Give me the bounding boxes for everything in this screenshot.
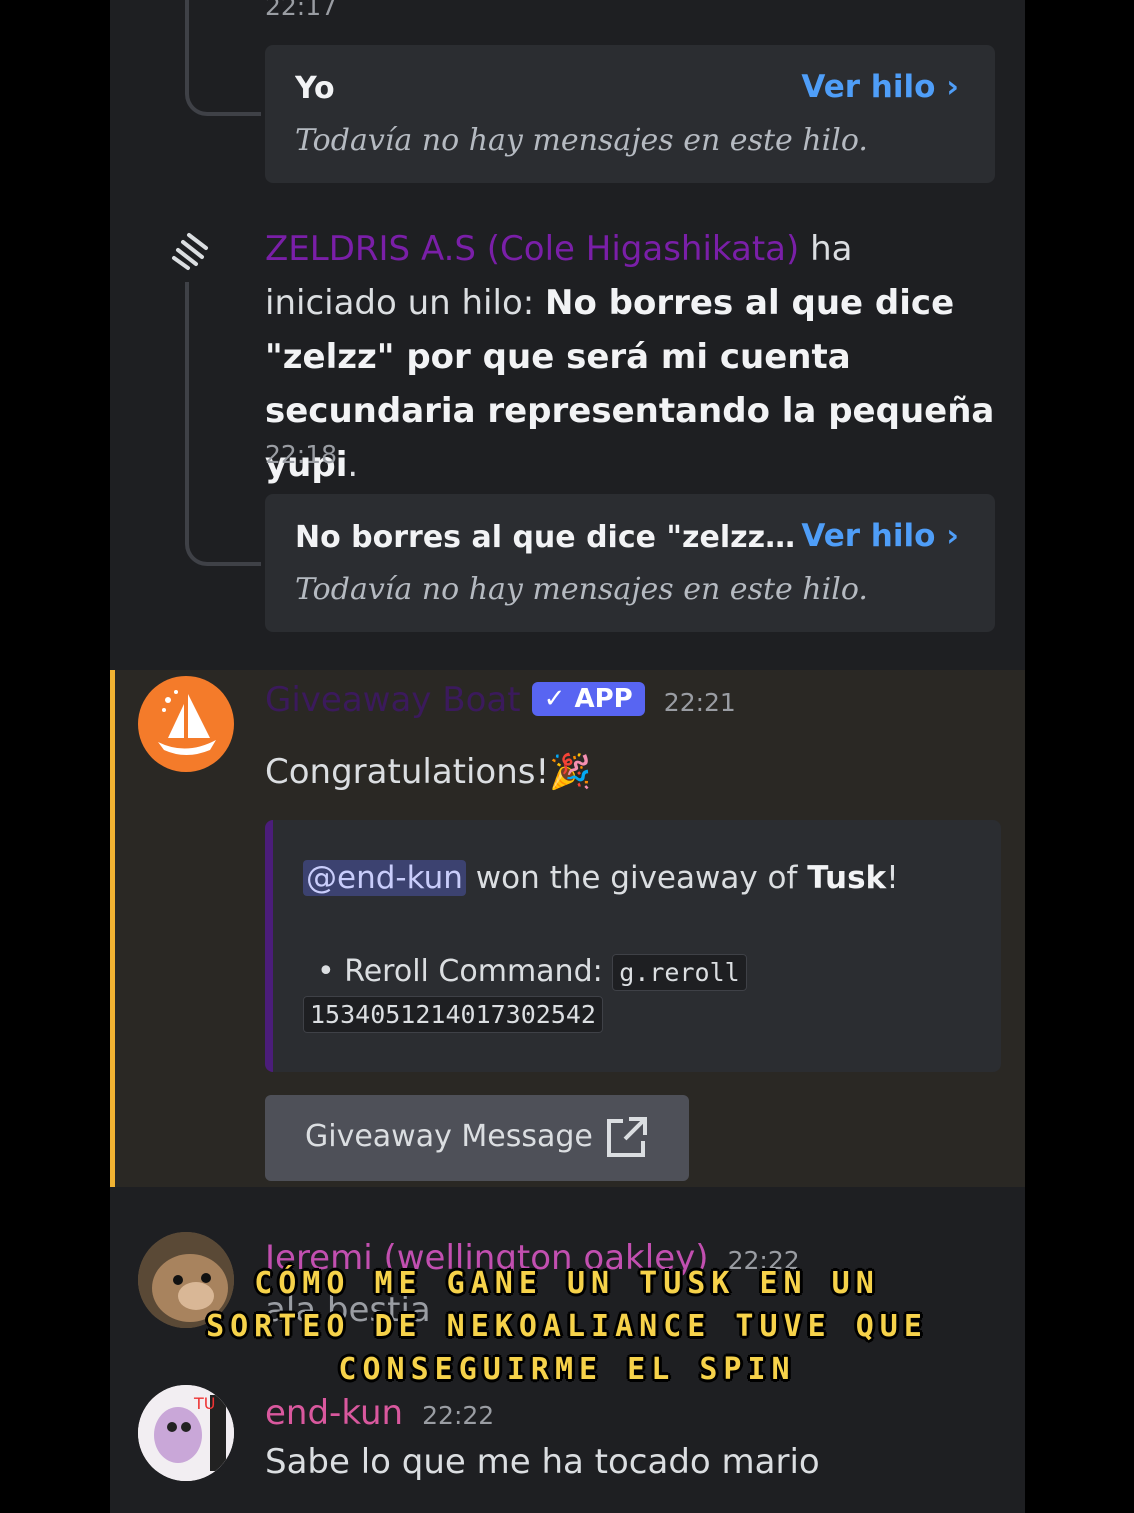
button-label: Giveaway Message [305,1119,593,1154]
external-link-icon [603,1115,649,1165]
thread-icon [168,228,212,272]
message-timestamp: 22:18 [265,440,338,469]
user-mention[interactable]: @end-kun [303,860,466,896]
thread-title: Yo [295,71,335,106]
reroll-id-code: 1534051214017302542 [303,996,603,1033]
app-badge: ✓ APP [531,682,645,716]
thread-title: No borres al que dice "zelzz" po... [295,520,805,555]
message-text: Congratulations!🎉 [265,752,592,792]
reroll-command-code: g.reroll [612,954,747,991]
caption-line: CONSEGUIRME EL SPIN [338,1352,796,1387]
giveaway-message-button[interactable]: Giveaway Message [265,1095,689,1181]
system-message: ZELDRIS A.S (Cole Higashikata) ha inicia… [265,229,995,485]
system-message-user[interactable]: ZELDRIS A.S (Cole Higashikata) [265,229,799,269]
thread-connector [185,282,261,566]
view-thread-link[interactable]: Ver hilo › [801,69,959,105]
message-timestamp: 22:21 [663,688,736,717]
svg-text:TU: TU [193,1394,215,1413]
message-header: end-kun 22:22 [265,1393,494,1433]
giveaway-embed: @end-kun won the giveaway of Tusk! • Rer… [265,820,1001,1072]
embed-winner-line: @end-kun won the giveaway of Tusk! [303,860,899,896]
prize-name: Tusk [807,860,887,896]
bot-name[interactable]: Giveaway Boat [265,680,521,720]
thread-empty-text: Todavía no hay mensajes en este hilo. [295,572,868,607]
giveaway-boat-avatar[interactable] [138,676,234,772]
thread-card[interactable]: No borres al que dice "zelzz" po... Ver … [265,494,995,632]
message-timestamp: 22:17 [265,0,338,21]
thread-empty-text: Todavía no hay mensajes en este hilo. [295,123,868,158]
caption-line: CÓMO ME GANE UN TUSK EN UN [254,1266,880,1301]
video-caption: CÓMO ME GANE UN TUSK EN UN SORTEO DE NEK… [0,1262,1134,1391]
message-timestamp: 22:22 [422,1401,495,1430]
thread-connector [185,0,261,116]
embed-reroll-id: 1534051214017302542 [303,996,603,1033]
party-popper-icon: 🎉 [549,752,592,792]
caption-line: SORTEO DE NEKOALIANCE TUVE QUE [206,1309,928,1344]
thread-card[interactable]: Yo Ver hilo › Todavía no hay mensajes en… [265,45,995,183]
view-thread-link[interactable]: Ver hilo › [801,518,959,554]
embed-reroll-line: • Reroll Command: g.reroll [317,954,747,991]
message-text: Sabe lo que me ha tocado mario [265,1442,820,1482]
author-name[interactable]: end-kun [265,1393,403,1433]
message-header: Giveaway Boat ✓ APP 22:21 [265,680,736,720]
end-kun-avatar[interactable]: TU [138,1385,234,1481]
